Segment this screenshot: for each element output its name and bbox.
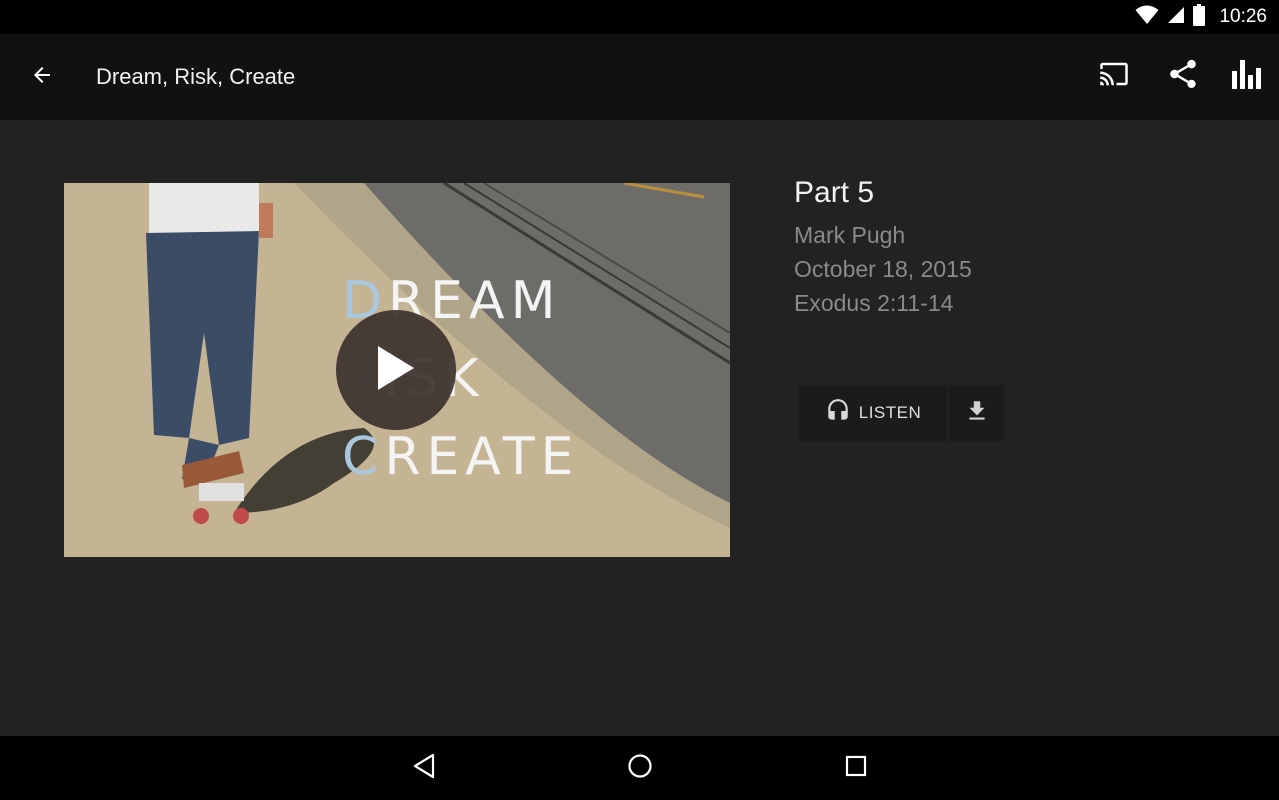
arrow-back-icon (30, 63, 54, 91)
back-button[interactable] (24, 59, 60, 95)
listen-button[interactable]: LISTEN (799, 385, 947, 441)
headphones-icon (825, 398, 851, 428)
download-button[interactable] (949, 385, 1004, 441)
cast-icon (1097, 59, 1131, 93)
status-bar: 10:26 (0, 0, 1279, 34)
sermon-meta: Mark Pugh October 18, 2015 Exodus 2:11-1… (794, 218, 972, 320)
artwork-line-create: CREATE (342, 427, 580, 487)
sermon-info: Part 5 Mark Pugh October 18, 2015 Exodus… (794, 176, 972, 320)
listen-label: LISTEN (858, 403, 922, 422)
stats-icon (1231, 59, 1263, 93)
cell-signal-icon (1167, 6, 1185, 28)
stats-button[interactable] (1227, 56, 1267, 96)
page-title: Dream, Risk, Create (96, 64, 296, 89)
share-button[interactable] (1163, 56, 1203, 96)
status-time: 10:26 (1219, 6, 1267, 27)
nav-home-button[interactable] (622, 750, 658, 786)
nav-home-icon (627, 753, 653, 783)
download-icon (964, 398, 990, 428)
sermon-artwork[interactable]: DREAM RISK CREATE (64, 183, 730, 557)
status-icons: 10:26 (1135, 4, 1267, 30)
sermon-speaker: Mark Pugh (794, 222, 906, 248)
audio-actions: LISTEN (799, 385, 1004, 441)
cast-button[interactable] (1094, 56, 1134, 96)
nav-back-button[interactable] (406, 750, 442, 786)
sermon-date: October 18, 2015 (794, 256, 972, 282)
sermon-part-title: Part 5 (794, 176, 875, 209)
app-bar: Dream, Risk, Create (0, 34, 1279, 120)
wifi-icon (1135, 5, 1159, 29)
system-nav-bar (0, 736, 1279, 800)
nav-recents-button[interactable] (838, 750, 874, 786)
nav-recents-icon (845, 755, 867, 781)
play-icon (374, 344, 418, 396)
play-button[interactable] (336, 310, 456, 430)
battery-icon (1193, 4, 1206, 30)
sermon-scripture: Exodus 2:11-14 (794, 290, 954, 316)
content-area: DREAM RISK CREATE Part 5 Mark Pugh Octob… (0, 120, 1279, 736)
nav-back-icon (412, 753, 436, 783)
share-icon (1166, 57, 1200, 95)
